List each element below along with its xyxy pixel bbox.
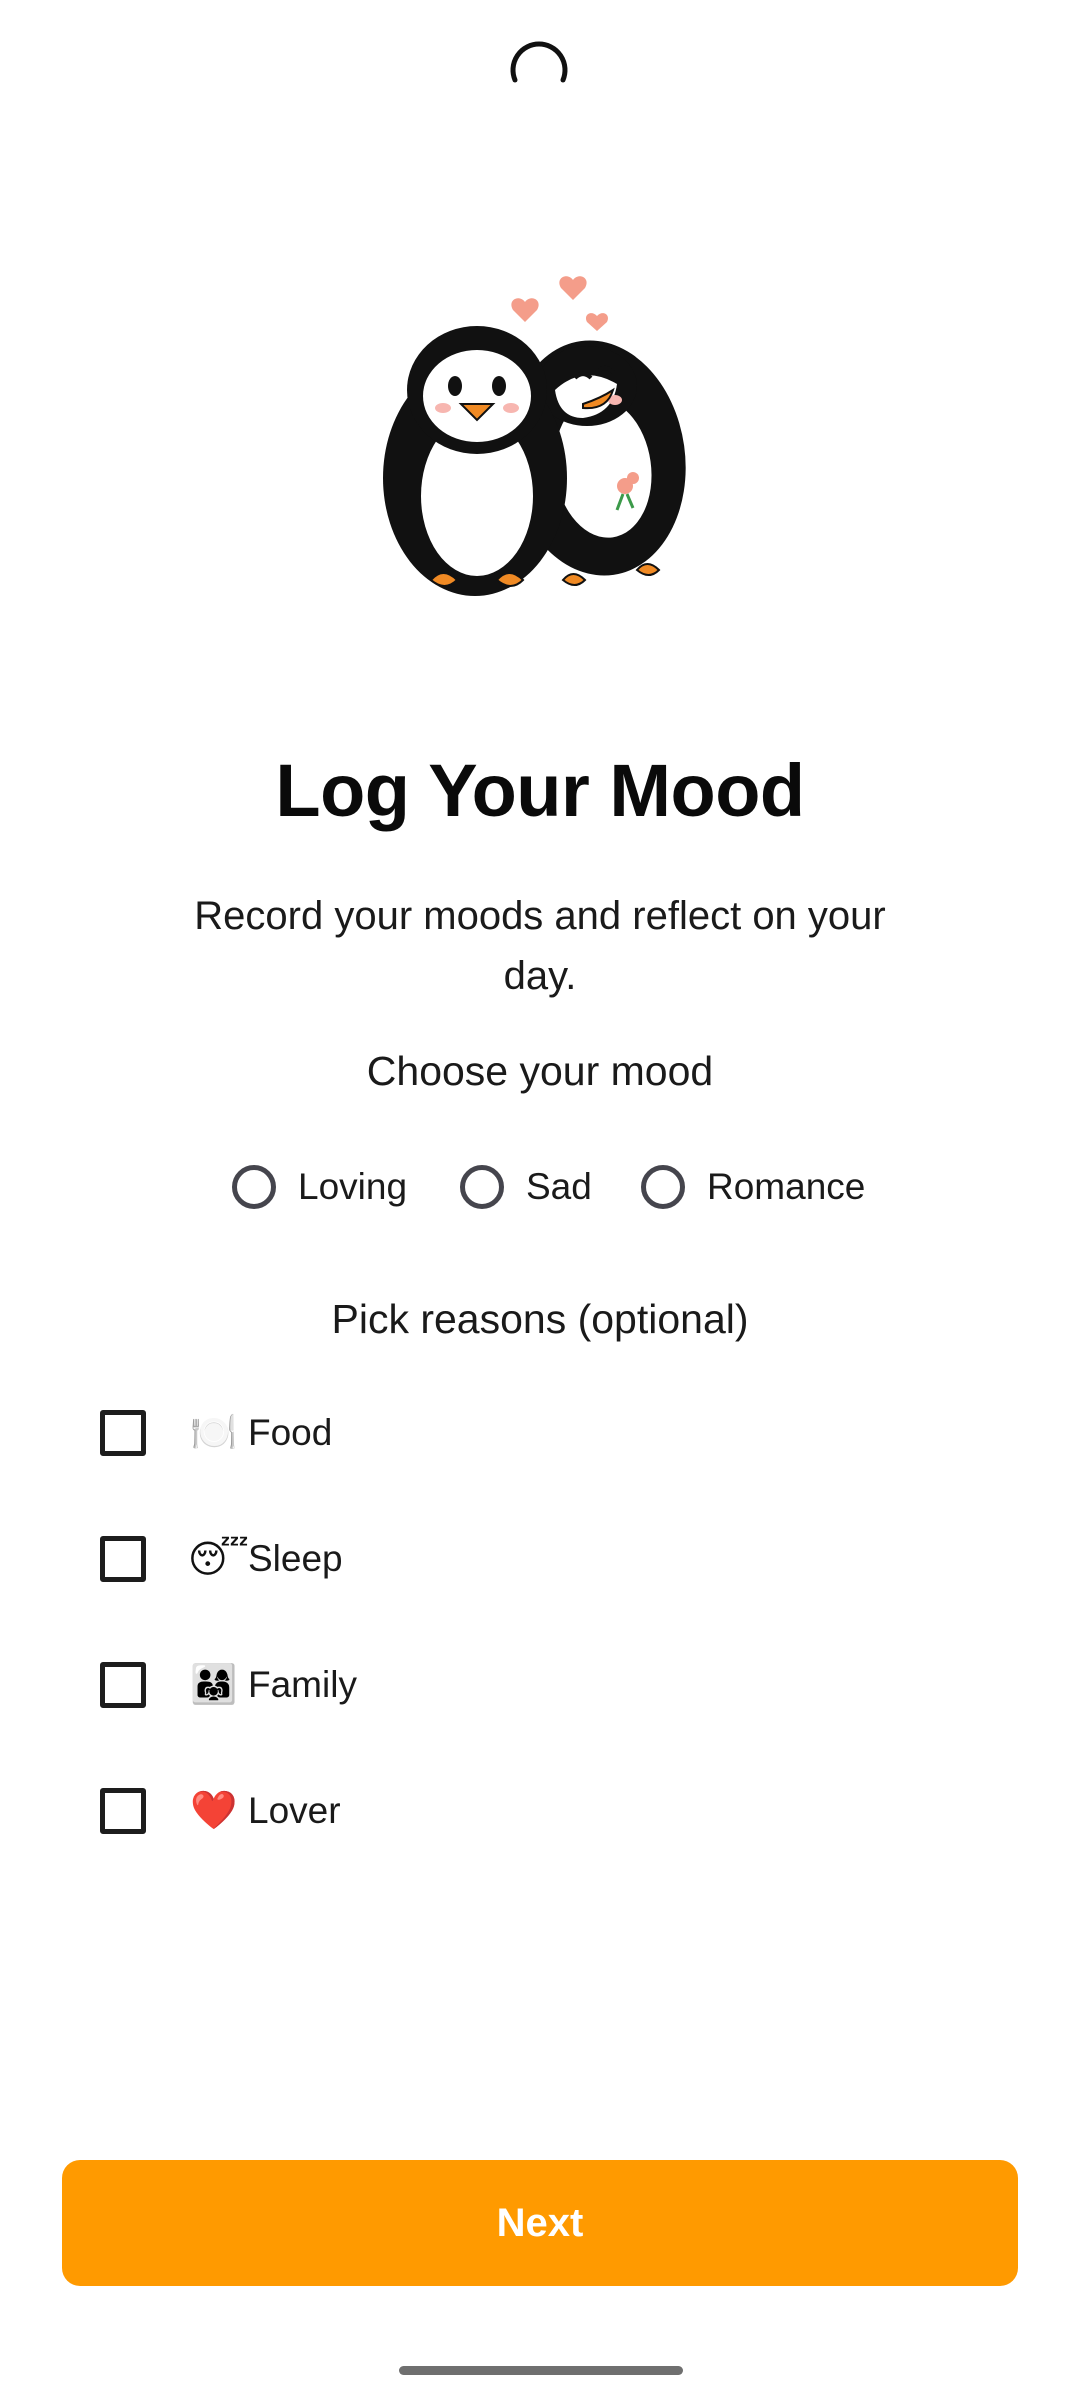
food-icon: 🍽️ [190,1412,238,1454]
mood-radio-romance[interactable]: Romance [641,1160,865,1214]
checkbox-box[interactable] [100,1410,146,1456]
reason-checkbox-lover[interactable]: ❤️ Lover [100,1781,341,1841]
reason-label: Lover [248,1790,341,1831]
heart-icon: ❤️ [190,1790,238,1832]
reason-label: Food [248,1412,333,1453]
mood-section-label: Choose your mood [366,1048,714,1094]
penguin-couple-illustration [383,276,686,596]
next-button[interactable]: Next [62,2160,1018,2286]
reason-checkbox-food[interactable]: 🍽️ Food [100,1403,332,1463]
sleep-icon: 😴 [188,1538,249,1581]
mood-radio-group: Loving Sad Romance [0,1160,1080,1214]
radio-circle[interactable] [460,1165,504,1209]
family-icon: 👨‍👩‍👧 [190,1664,238,1706]
loading-spinner-icon [510,41,568,83]
reasons-section-label: Pick reasons (optional) [331,1296,749,1342]
checkbox-box[interactable] [100,1662,146,1708]
checkbox-box[interactable] [100,1536,146,1582]
checkbox-box[interactable] [100,1788,146,1834]
reason-label: Family [248,1664,357,1705]
mood-radio-label: Sad [526,1166,592,1207]
page-title: Log Your Mood [275,749,805,832]
reason-checkbox-family[interactable]: 👨‍👩‍👧 Family [100,1655,357,1715]
hearts-icon [511,276,608,331]
mood-radio-label: Romance [707,1166,866,1207]
radio-circle[interactable] [641,1165,685,1209]
reason-label: Sleep [248,1538,343,1579]
mood-radio-label: Loving [298,1166,408,1207]
page-subtitle: Record your moods and reflect on your da… [194,894,886,998]
reason-checkbox-sleep[interactable]: 😴 Sleep [100,1529,343,1589]
mood-radio-sad[interactable]: Sad [460,1160,592,1214]
mood-radio-loving[interactable]: Loving [232,1160,407,1214]
radio-circle[interactable] [232,1165,276,1209]
home-indicator[interactable] [399,2366,683,2375]
